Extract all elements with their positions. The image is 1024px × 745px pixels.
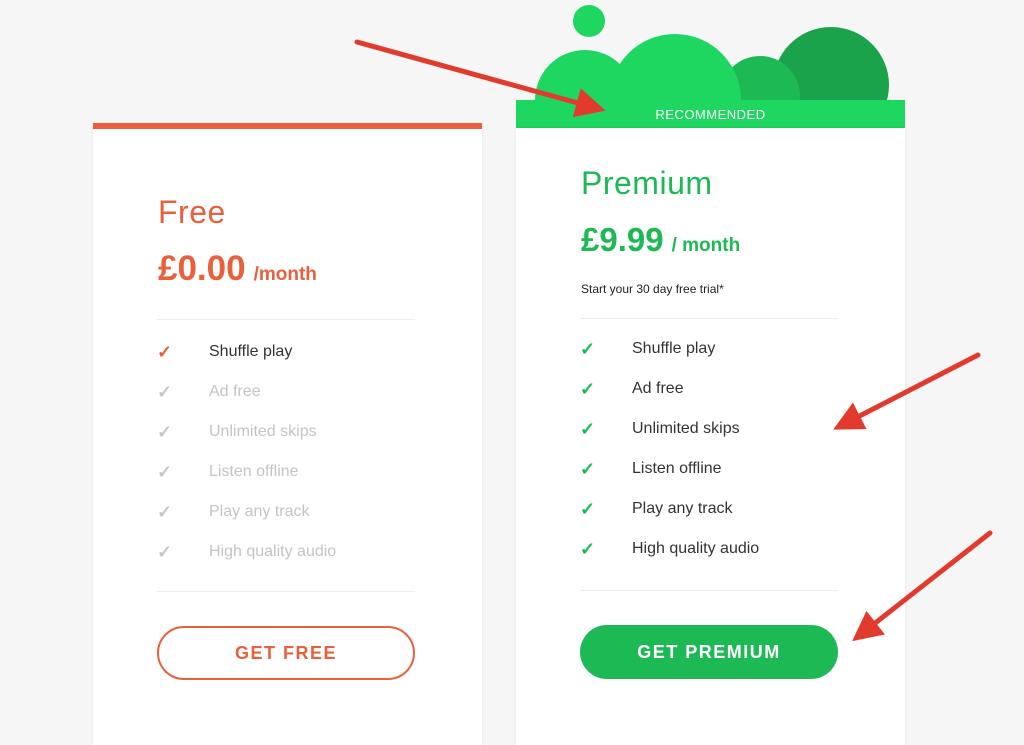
feature-item: ✓ Ad free — [157, 379, 437, 419]
check-icon: ✓ — [157, 542, 173, 562]
feature-list: ✓ Shuffle play ✓ Ad free ✓ Unlimited skips ✓ Li… — [580, 336, 860, 576]
check-icon: ✓ — [580, 539, 596, 559]
check-icon: ✓ — [580, 499, 596, 519]
feature-label: Play any track — [632, 500, 733, 517]
feature-label: Ad free — [209, 383, 261, 400]
get-premium-button[interactable]: GET PREMIUM — [580, 625, 838, 679]
check-icon: ✓ — [580, 339, 596, 359]
feature-item: ✓ Ad free — [580, 376, 860, 416]
divider — [157, 319, 415, 320]
feature-label: High quality audio — [632, 540, 760, 557]
price-period: / month — [671, 235, 741, 256]
feature-label: Listen offline — [209, 463, 299, 480]
feature-item: ✓ Unlimited skips — [580, 416, 860, 456]
plan-price: £9.99 / month — [581, 221, 740, 259]
check-icon: ✓ — [157, 502, 173, 522]
free-plan-card: Free £0.00/month ✓ Shuffle play ✓ Ad free ✓ U… — [93, 123, 482, 745]
feature-item: ✓ Play any track — [157, 499, 437, 539]
check-icon: ✓ — [580, 419, 596, 439]
feature-label: Shuffle play — [632, 340, 716, 357]
divider — [580, 318, 838, 319]
check-icon: ✓ — [157, 342, 173, 362]
feature-item: ✓ Play any track — [580, 496, 860, 536]
plan-title: Premium — [581, 165, 713, 201]
feature-label: Play any track — [209, 503, 310, 520]
check-icon: ✓ — [580, 459, 596, 479]
feature-label: Unlimited skips — [632, 420, 740, 437]
feature-item: ✓ High quality audio — [580, 536, 860, 576]
trial-subtitle: Start your 30 day free trial* — [581, 282, 724, 296]
get-free-button[interactable]: GET FREE — [157, 626, 415, 680]
feature-item: ✓ Listen offline — [157, 459, 437, 499]
plan-title: Free — [158, 194, 226, 230]
feature-label: Ad free — [632, 380, 684, 397]
divider — [157, 591, 415, 592]
feature-item: ✓ Listen offline — [580, 456, 860, 496]
feature-item: ✓ High quality audio — [157, 539, 437, 579]
check-icon: ✓ — [157, 382, 173, 402]
price-amount: £0.00 — [158, 249, 246, 288]
feature-label: Listen offline — [632, 460, 722, 477]
plan-price: £0.00/month — [158, 249, 317, 289]
feature-list: ✓ Shuffle play ✓ Ad free ✓ Unlimited skips ✓ Li… — [157, 339, 437, 579]
check-icon: ✓ — [157, 462, 173, 482]
small-bubble-shape — [573, 5, 605, 37]
price-amount: £9.99 — [581, 221, 664, 258]
premium-plan-card: Premium £9.99 / month Start your 30 day f… — [516, 128, 905, 745]
price-period: /month — [253, 264, 317, 285]
arrow-icon — [354, 39, 606, 118]
check-icon: ✓ — [157, 422, 173, 442]
feature-label: High quality audio — [209, 543, 337, 560]
feature-item: ✓ Unlimited skips — [157, 419, 437, 459]
feature-label: Unlimited skips — [209, 423, 317, 440]
feature-item: ✓ Shuffle play — [157, 339, 437, 379]
check-icon: ✓ — [580, 379, 596, 399]
divider — [580, 590, 838, 591]
feature-item: ✓ Shuffle play — [580, 336, 860, 376]
feature-label: Shuffle play — [209, 343, 293, 360]
recommended-ribbon: RECOMMENDED — [516, 100, 905, 129]
